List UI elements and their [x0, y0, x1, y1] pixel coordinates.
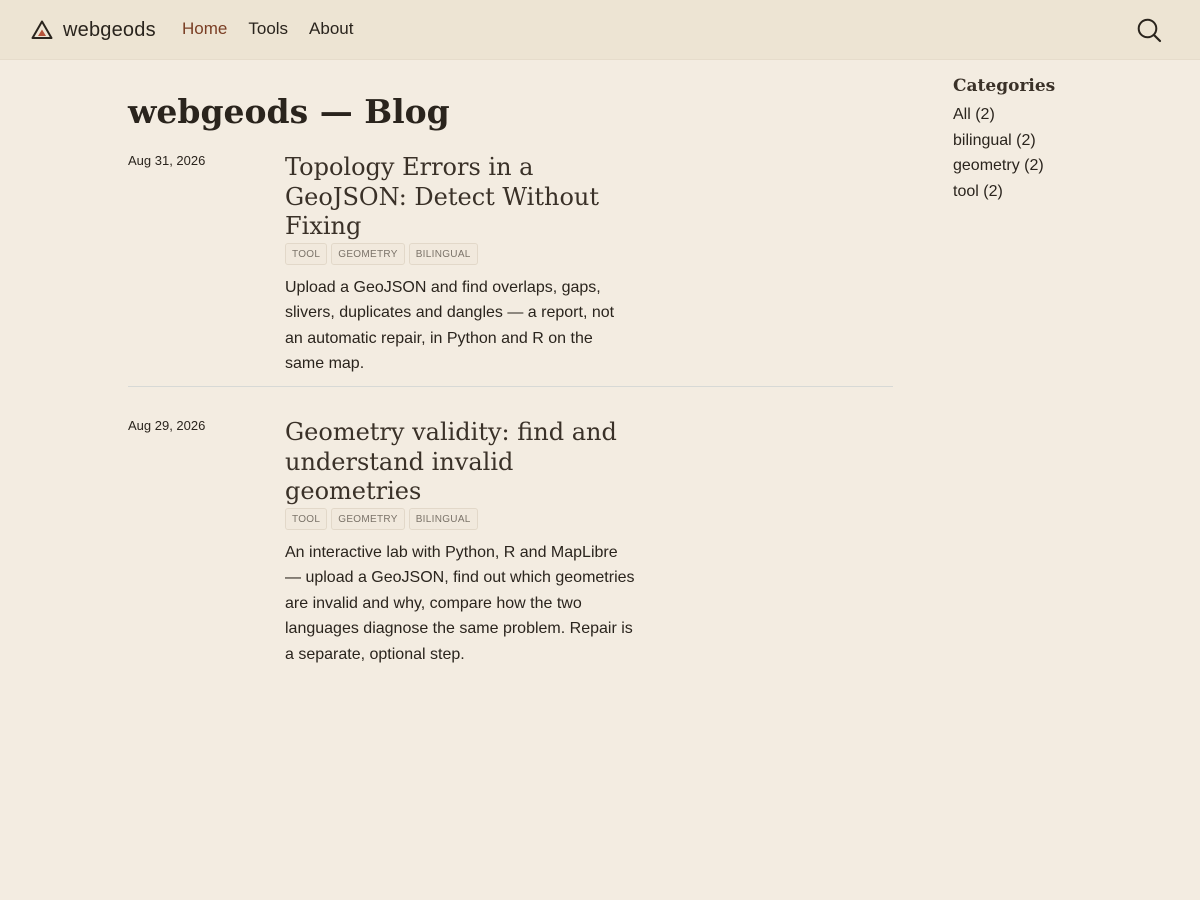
post-title-link[interactable]: Geometry validity: find and understand i…	[285, 418, 635, 507]
post-tags: tool geometry bilingual	[285, 242, 635, 265]
post-excerpt: An interactive lab with Python, R and Ma…	[285, 543, 635, 663]
tag-tool[interactable]: tool	[285, 242, 328, 265]
tag-geometry[interactable]: geometry	[331, 242, 405, 265]
tag-bilingual[interactable]: bilingual	[408, 242, 478, 265]
post-date: Aug 29, 2026	[128, 418, 206, 433]
tag-bilingual[interactable]: bilingual	[408, 507, 478, 530]
tag-tool[interactable]: tool	[285, 507, 328, 530]
post-divider	[128, 386, 893, 387]
category-bilingual[interactable]: bilingual (2)	[953, 128, 1173, 154]
post-body: Geometry validity: find and understand i…	[285, 418, 635, 667]
main-nav: Home Tools About	[182, 18, 353, 40]
tag-geometry[interactable]: geometry	[331, 507, 405, 530]
categories-sidebar: Categories All (2) bilingual (2) geometr…	[953, 74, 1173, 204]
post-body: Topology Errors in a GeoJSON: Detect Wit…	[285, 153, 635, 377]
nav-link-tools[interactable]: Tools	[248, 18, 288, 40]
post-tags: tool geometry bilingual	[285, 507, 635, 530]
category-geometry[interactable]: geometry (2)	[953, 153, 1173, 179]
search-icon	[1137, 18, 1162, 43]
brand-link[interactable]: webgeods	[31, 17, 156, 43]
post-title-link[interactable]: Topology Errors in a GeoJSON: Detect Wit…	[285, 153, 635, 242]
category-tool[interactable]: tool (2)	[953, 179, 1173, 205]
post-excerpt: Upload a GeoJSON and find overlaps, gaps…	[285, 278, 615, 373]
page-title: webgeods — Blog	[128, 92, 450, 131]
search-button[interactable]	[1136, 17, 1162, 43]
category-all[interactable]: All (2)	[953, 102, 1173, 128]
brand-name: webgeods	[63, 18, 156, 41]
navbar: webgeods Home Tools About	[0, 0, 1200, 60]
categories-title: Categories	[953, 76, 1056, 96]
post-date: Aug 31, 2026	[128, 153, 206, 168]
nav-link-about[interactable]: About	[309, 18, 353, 40]
nav-link-home[interactable]: Home	[182, 18, 227, 40]
triangle-warning-icon	[31, 20, 53, 39]
